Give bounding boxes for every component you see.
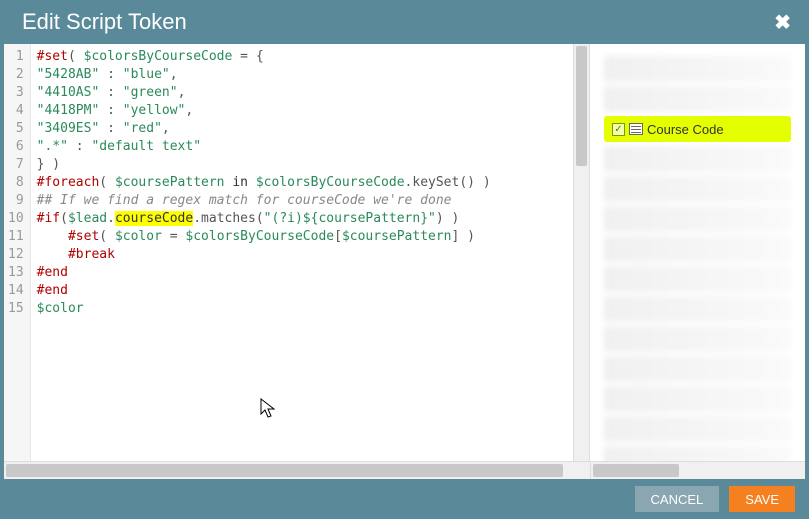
token-side-panel: ✓ Course Code [590,44,805,461]
code-line[interactable]: "3409ES" : "red", [37,120,567,138]
editor-horizontal-scrollbar[interactable] [4,462,590,479]
line-number: 4 [8,102,24,120]
code-line[interactable]: "4418PM" : "yellow", [37,102,567,120]
token-list-item[interactable] [604,446,791,461]
code-line[interactable]: "5428AB" : "blue", [37,66,567,84]
close-icon[interactable]: ✖ [774,10,791,35]
token-list-item[interactable] [604,326,791,352]
token-list-item[interactable] [604,176,791,202]
line-number: 8 [8,174,24,192]
line-number: 9 [8,192,24,210]
dialog-titlebar: Edit Script Token ✖ [0,0,809,44]
save-button[interactable]: SAVE [729,486,795,512]
code-line[interactable]: #foreach( $coursePattern in $colorsByCou… [37,174,567,192]
side-horizontal-scrollbar[interactable] [590,462,805,479]
checkbox-checked-icon[interactable]: ✓ [612,123,625,136]
line-number-gutter: 123456789101112131415 [4,44,31,461]
token-list-item-course-code[interactable]: ✓ Course Code [604,116,791,142]
token-list-item[interactable] [604,416,791,442]
dialog-body: 123456789101112131415 #set( $colorsByCou… [4,44,805,461]
edit-script-token-dialog: Edit Script Token ✖ 12345678910111213141… [0,0,809,519]
dialog-footer: CANCEL SAVE [0,479,809,519]
line-number: 5 [8,120,24,138]
code-line[interactable]: ".*" : "default text" [37,138,567,156]
scrollbar-thumb[interactable] [576,46,587,166]
code-line[interactable]: #end [37,282,567,300]
cancel-button[interactable]: CANCEL [635,486,720,512]
code-line[interactable]: ## If we find a regex match for courseCo… [37,192,567,210]
field-icon [629,123,643,135]
token-list: ✓ Course Code [590,56,805,461]
token-list-item[interactable] [604,296,791,322]
editor-vertical-scrollbar[interactable] [573,44,589,461]
code-line[interactable]: "4410AS" : "green", [37,84,567,102]
line-number: 3 [8,84,24,102]
token-list-item[interactable] [604,146,791,172]
code-line[interactable]: #end [37,264,567,282]
code-editor-pane: 123456789101112131415 #set( $colorsByCou… [4,44,590,461]
line-number: 14 [8,282,24,300]
line-number: 15 [8,300,24,318]
code-line[interactable]: #break [37,246,567,264]
code-line[interactable]: #set( $color = $colorsByCourseCode[$cour… [37,228,567,246]
horizontal-scroll-row [4,461,805,479]
token-list-item[interactable] [604,236,791,262]
line-number: 13 [8,264,24,282]
token-list-item[interactable] [604,356,791,382]
code-editor[interactable]: 123456789101112131415 #set( $colorsByCou… [4,44,573,461]
code-line[interactable]: $color [37,300,567,318]
token-list-item[interactable] [604,266,791,292]
token-label: Course Code [647,122,724,137]
line-number: 11 [8,228,24,246]
code-line[interactable]: #if($lead.courseCode.matches("(?i)${cour… [37,210,567,228]
line-number: 10 [8,210,24,228]
token-list-item[interactable] [604,386,791,412]
dialog-title: Edit Script Token [22,9,187,35]
line-number: 2 [8,66,24,84]
scrollbar-thumb[interactable] [593,464,679,477]
code-line[interactable]: #set( $colorsByCourseCode = { [37,48,567,66]
token-list-item[interactable] [604,206,791,232]
line-number: 7 [8,156,24,174]
token-list-item[interactable] [604,56,791,82]
scrollbar-thumb[interactable] [6,464,563,477]
code-line[interactable]: } ) [37,156,567,174]
line-number: 1 [8,48,24,66]
line-number: 12 [8,246,24,264]
token-list-item[interactable] [604,86,791,112]
code-content[interactable]: #set( $colorsByCourseCode = {"5428AB" : … [31,44,573,461]
line-number: 6 [8,138,24,156]
